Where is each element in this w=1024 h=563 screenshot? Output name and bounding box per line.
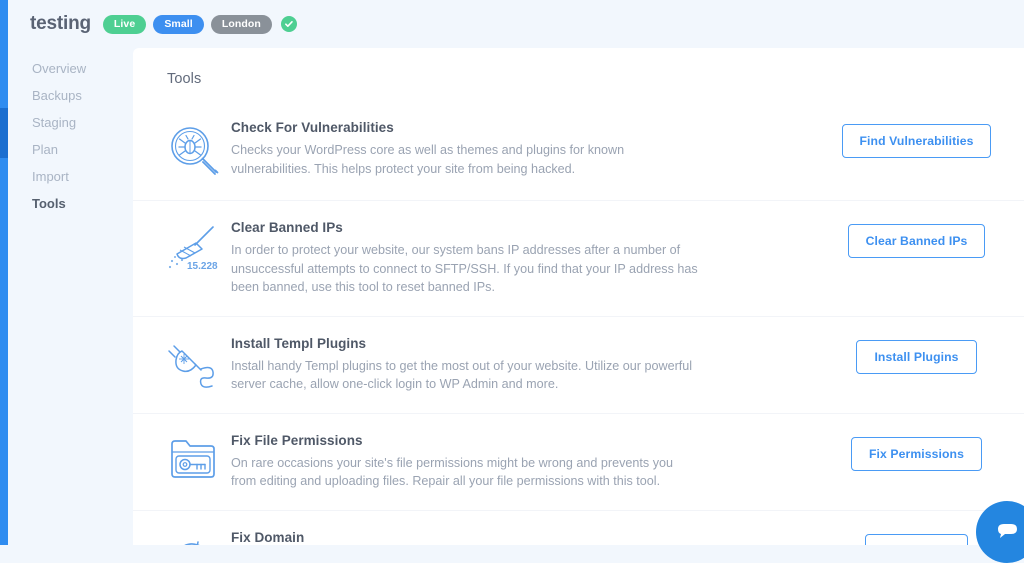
tool-name: Fix Domain [231, 529, 305, 545]
top-header-bar: testing Live Small London [8, 0, 1024, 48]
plug-icon [159, 336, 231, 391]
tool-text: Check For Vulnerabilities Checks your Wo… [231, 120, 809, 178]
tool-text: Fix File Permissions On rare occasions y… [231, 433, 809, 491]
tool-description: Checks your WordPress core as well as th… [231, 143, 625, 176]
sidebar-item-label: Plan [32, 142, 59, 157]
sidebar-nav: Overview Backups Staging Plan Import Too… [8, 48, 133, 545]
tool-name: Install Templ Plugins [231, 335, 367, 351]
left-accent-rail-active-segment [0, 108, 8, 158]
check-circle-icon [280, 16, 297, 32]
folder-key-icon [159, 433, 231, 484]
broom-ip-text: 15.228 [187, 261, 218, 272]
sidebar-item-overview[interactable]: Overview [8, 55, 133, 82]
tool-description: Install handy Templ plugins to get the m… [231, 358, 693, 392]
tool-action: Clear Banned IPs [809, 220, 1024, 258]
tool-row: Install Templ Plugins Install handy Temp… [133, 315, 1024, 413]
tools-panel: Tools Check For Vulnerabilities Checks y… [133, 48, 1024, 545]
tool-text: Fix Domain After you manually import a d… [231, 530, 809, 546]
sidebar-item-label: Backups [32, 88, 82, 103]
tool-description: On rare occasions your site's file permi… [231, 455, 673, 489]
tool-text: Clear Banned IPs In order to protect you… [231, 220, 809, 297]
sidebar-item-label: Staging [32, 115, 77, 130]
status-badge-live: Live [102, 14, 147, 34]
tool-row: Fix File Permissions On rare occasions y… [133, 412, 1024, 510]
tool-row: WWW Fix Domain After you manually import… [133, 509, 1024, 546]
tool-description: In order to protect your website, our sy… [231, 243, 698, 294]
fix-permissions-button[interactable]: Fix Permissions [851, 436, 982, 471]
tool-name: Clear Banned IPs [231, 220, 343, 235]
tools-list: Check For Vulnerabilities Checks your Wo… [133, 101, 1024, 545]
sidebar-item-label: Overview [32, 61, 87, 76]
sidebar-item-label: Import [32, 169, 69, 184]
sidebar-item-staging[interactable]: Staging [8, 109, 133, 136]
clear-banned-ips-button[interactable]: Clear Banned IPs [847, 224, 986, 258]
sidebar-item-import[interactable]: Import [8, 163, 133, 190]
tool-name: Check For Vulnerabilities [231, 120, 394, 135]
www-magnifier-icon: WWW [159, 530, 231, 545]
plan-badge-small: Small [153, 14, 204, 34]
fix-domain-button[interactable]: Fix Domain [865, 533, 968, 545]
tool-action: Fix Permissions [809, 433, 1024, 471]
tool-text: Install Templ Plugins Install handy Temp… [231, 336, 809, 394]
tool-action: Find Vulnerabilities [809, 120, 1024, 158]
bug-magnifier-icon [159, 120, 231, 181]
sidebar-item-tools[interactable]: Tools [8, 190, 133, 217]
chat-bubble-icon[interactable] [976, 501, 1024, 563]
sidebar-item-label: Tools [32, 196, 66, 211]
panel-heading: Tools [167, 71, 202, 87]
left-accent-rail [0, 0, 8, 545]
find-vulnerabilities-button[interactable]: Find Vulnerabilities [841, 124, 992, 158]
tool-row: Check For Vulnerabilities Checks your Wo… [133, 101, 1024, 200]
broom-icon: 15.228 [159, 220, 231, 275]
region-badge-london: London [210, 14, 272, 34]
install-plugins-button[interactable]: Install Plugins [856, 339, 977, 374]
page-title: testing [30, 13, 91, 34]
tool-row: 15.228 Clear Banned IPs In order to prot… [133, 200, 1024, 316]
tool-name: Fix File Permissions [231, 432, 363, 448]
tool-action: Install Plugins [809, 336, 1024, 374]
sidebar-item-plan[interactable]: Plan [8, 136, 133, 163]
sidebar-item-backups[interactable]: Backups [8, 82, 133, 109]
